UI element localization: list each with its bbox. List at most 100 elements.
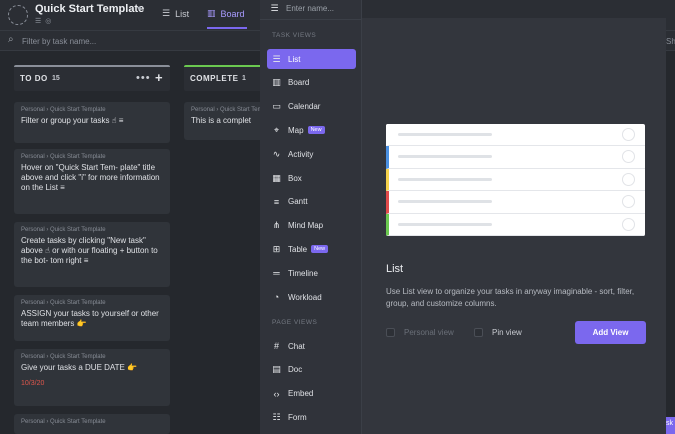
menu-item-label: Mind Map — [288, 221, 324, 231]
task-card[interactable]: Personal › Quick Start Template This is … — [184, 102, 264, 140]
preview-checkbox-circle — [622, 195, 635, 209]
task-card[interactable]: Personal › Quick Start Template ASSIGN y… — [14, 295, 170, 341]
tab-label: Board — [220, 8, 245, 19]
menu-item-label: Board — [288, 78, 310, 88]
breadcrumb: Personal › Quick Start Template — [21, 354, 106, 360]
preview-row — [386, 191, 645, 214]
chevron-down-icon[interactable]: ▾ — [137, 4, 141, 13]
title-info-icons[interactable]: ☰◎ — [35, 17, 55, 25]
page-title[interactable]: Quick Start Template — [35, 3, 144, 15]
personal-view-option[interactable]: Personal view — [386, 328, 454, 337]
truncated-label: Sh — [666, 37, 675, 46]
menu-item-label: Gantt — [288, 197, 308, 207]
checkbox[interactable] — [386, 328, 395, 337]
list-icon: ☰ — [162, 8, 171, 18]
calendar-icon: ▭ — [272, 101, 281, 112]
menu-item-label: Chat — [288, 341, 305, 351]
menu-item-mind-map[interactable]: ⋔ Mind Map — [267, 216, 356, 236]
preview-description: Use List view to organize your tasks in … — [386, 287, 635, 308]
pin-view-option[interactable]: Pin view — [474, 328, 522, 337]
section-label-task-views: TASK VIEWS — [272, 32, 317, 39]
menu-item-label: Doc — [288, 365, 303, 375]
menu-item-calendar[interactable]: ▭ Calendar — [267, 97, 356, 117]
task-card[interactable]: Personal › Quick Start Template Create t… — [14, 222, 170, 287]
gantt-icon: ≡ — [273, 196, 280, 207]
menu-item-label: Box — [288, 173, 302, 183]
breadcrumb: Personal › Quick Start Template — [21, 419, 106, 425]
column-count: 15 — [52, 75, 60, 82]
view-name-field: ☰ — [270, 2, 356, 14]
menu-item-table[interactable]: ⊞ Table New — [267, 239, 356, 259]
column-header-todo: TO DO 15 ••• + — [14, 65, 170, 91]
workload-icon: ◔ — [273, 292, 280, 302]
task-title: Hover on "Quick Start Tem- plate" title … — [21, 163, 160, 192]
tab-label: List — [175, 8, 190, 19]
preview-checkbox-circle — [622, 150, 635, 164]
task-card[interactable]: Personal › Quick Start Template Filter o… — [14, 102, 170, 143]
preview-row — [386, 213, 645, 236]
add-icon[interactable]: + — [155, 70, 163, 85]
preview-row — [386, 124, 645, 147]
task-card[interactable]: Personal › Quick Start Template Hover on… — [14, 149, 170, 214]
menu-item-embed[interactable]: ‹› Embed — [267, 384, 356, 404]
column-count: 1 — [242, 75, 246, 82]
menu-item-label: Calendar — [288, 102, 321, 112]
workspace-icon[interactable] — [8, 5, 28, 25]
board-icon: ▥ — [272, 77, 281, 88]
breadcrumb: Personal › Quick Start Template — [21, 300, 106, 306]
add-view-menu: ☰ TASK VIEWS ☰ List ▥ Board ▭ Calendar ⌖MapNew… — [260, 0, 362, 434]
tab-board[interactable]: ▥ Board — [207, 8, 245, 19]
option-label: Pin view — [492, 328, 522, 337]
preview-line — [398, 155, 492, 159]
view-preview-panel: List Use List view to organize your task… — [362, 18, 666, 434]
preview-row — [386, 146, 645, 169]
activity-icon: ∿ — [272, 148, 281, 159]
task-title: Filter or group your tasks ☝ ≡ — [21, 116, 124, 125]
tab-list[interactable]: ☰ List — [162, 8, 189, 19]
menu-item-box[interactable]: ▦ Box — [267, 168, 356, 188]
checkbox[interactable] — [474, 328, 483, 337]
menu-item-label: Map — [288, 125, 304, 135]
menu-item-timeline[interactable]: ═ Timeline — [267, 263, 356, 283]
menu-item-form[interactable]: ☷ Form — [267, 407, 356, 427]
menu-item-activity[interactable]: ∿ Activity — [267, 144, 356, 164]
menu-item-label: Table — [288, 244, 308, 254]
doc-icon: ▤ — [272, 364, 281, 375]
more-icon[interactable]: ••• — [136, 72, 151, 84]
view-name-input[interactable] — [286, 2, 356, 14]
active-tab-indicator — [207, 27, 247, 29]
menu-item-board[interactable]: ▥ Board — [267, 73, 356, 93]
menu-item-map[interactable]: ⌖ Map New — [267, 120, 356, 140]
menu-item-doc[interactable]: ▤ Doc — [267, 360, 356, 380]
breadcrumb: Personal › Quick Start Template — [191, 107, 264, 113]
menu-item-workload[interactable]: ◔ Workload — [267, 287, 356, 307]
task-title: Give your tasks a DUE DATE 👉 — [21, 363, 138, 372]
menu-item-gantt[interactable]: ≡ Gantt — [267, 192, 356, 212]
preview-title: List — [386, 263, 404, 275]
menu-item-label: Timeline — [288, 268, 318, 278]
preview-line — [398, 177, 492, 181]
preview-line — [398, 222, 492, 226]
preview-row — [386, 168, 645, 192]
column-name: COMPLETE — [190, 74, 239, 83]
task-card[interactable]: Personal › Quick Start Template Give you… — [14, 349, 170, 406]
menu-item-label: Embed — [288, 389, 314, 399]
new-badge: New — [311, 245, 329, 254]
breadcrumb: Personal › Quick Start Template — [21, 154, 106, 160]
menu-item-chat[interactable]: # Chat — [267, 336, 356, 356]
chat-icon: # — [273, 341, 279, 351]
column-name: TO DO — [20, 74, 48, 83]
preview-line — [398, 200, 492, 204]
box-icon: ▦ — [272, 172, 281, 183]
due-date[interactable]: 10/3/20 — [21, 380, 163, 387]
menu-item-label: Workload — [288, 292, 322, 302]
task-title: ASSIGN your tasks to yourself or other t… — [21, 309, 159, 328]
form-icon: ☷ — [272, 411, 281, 422]
add-view-button[interactable]: Add View — [575, 321, 646, 344]
list-icon: ☰ — [272, 53, 281, 64]
filter-input[interactable] — [22, 34, 112, 48]
breadcrumb: Personal › Quick Start Template — [21, 227, 106, 233]
task-card[interactable]: Personal › Quick Start Template — [14, 414, 170, 434]
menu-item-list[interactable]: ☰ List — [267, 49, 356, 69]
menu-item-label: List — [288, 54, 301, 64]
